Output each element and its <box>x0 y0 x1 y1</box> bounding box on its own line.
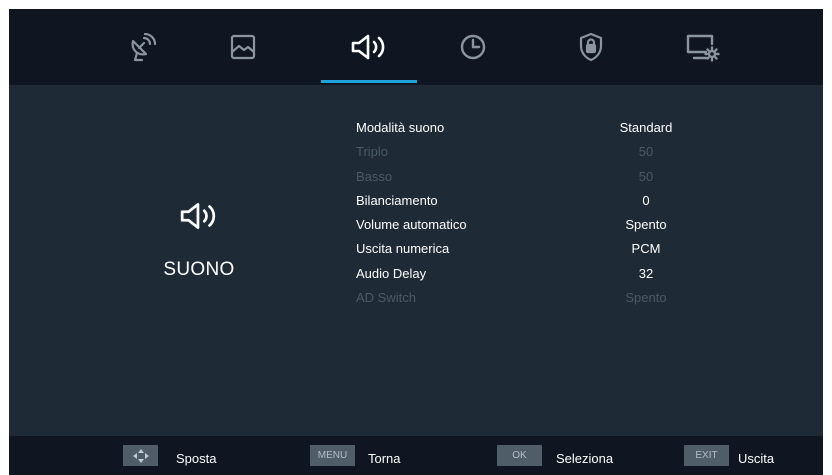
list-item-bass: Basso 50 <box>356 165 716 189</box>
list-item-audio-delay[interactable]: Audio Delay 32 <box>356 262 716 286</box>
list-item-sound-mode[interactable]: Modalità suono Standard <box>356 116 716 140</box>
category-panel: SUONO <box>109 199 289 281</box>
setting-label: AD Switch <box>356 290 416 306</box>
tv-settings-screen: SUONO Modalità suono Standard Triplo 50 … <box>9 9 823 475</box>
setting-value: Spento <box>625 217 667 233</box>
move-key[interactable] <box>123 445 158 466</box>
setting-label: Audio Delay <box>356 265 427 281</box>
list-item-ad-switch: AD Switch Spento <box>356 286 716 310</box>
tab-picture[interactable] <box>203 9 283 85</box>
list-item-digital-output[interactable]: Uscita numerica PCM <box>356 237 716 261</box>
move-label: Sposta <box>176 451 217 466</box>
tab-setup[interactable] <box>662 9 742 85</box>
tab-time[interactable] <box>433 9 513 85</box>
list-item-balance[interactable]: Bilanciamento 0 <box>356 189 716 213</box>
clock-icon <box>460 34 486 60</box>
key-hint-bar: Sposta MENU Torna OK Seleziona EXIT Usci… <box>9 436 823 475</box>
setting-value: 32 <box>638 265 654 281</box>
setting-value: Spento <box>625 290 667 306</box>
satellite-dish-icon <box>131 32 157 62</box>
arrows-icon <box>132 448 149 463</box>
setting-label: Volume automatico <box>356 217 467 233</box>
menu-key[interactable]: MENU <box>310 445 355 466</box>
speaker-icon <box>180 203 216 229</box>
setting-label: Bilanciamento <box>356 192 438 208</box>
page-title: SUONO <box>163 259 235 280</box>
list-item-treble: Triplo 50 <box>356 140 716 164</box>
setting-value: 0 <box>642 192 650 208</box>
back-label: Torna <box>368 451 401 466</box>
picture-icon <box>230 34 256 60</box>
setting-label: Uscita numerica <box>356 241 450 257</box>
lock-shield-icon <box>579 32 603 62</box>
list-item-auto-volume[interactable]: Volume automatico Spento <box>356 213 716 237</box>
setting-value: 50 <box>638 144 654 160</box>
exit-label: Uscita <box>738 451 775 466</box>
setting-label: Triplo <box>356 144 389 160</box>
tab-lock[interactable] <box>551 9 631 85</box>
setting-label: Basso <box>356 168 393 184</box>
tab-sound[interactable] <box>329 9 409 85</box>
sound-settings-list: Modalità suono Standard Triplo 50 Basso … <box>356 116 716 310</box>
setting-label: Modalità suono <box>356 120 445 135</box>
select-label: Seleziona <box>556 451 614 466</box>
tab-satellite[interactable] <box>102 9 182 85</box>
setting-value: Standard <box>619 120 673 135</box>
monitor-settings-icon <box>686 34 720 62</box>
active-tab-indicator <box>321 80 417 83</box>
category-tab-bar <box>9 9 823 85</box>
setting-value: PCM <box>631 241 661 257</box>
setting-value: 50 <box>638 168 654 184</box>
speaker-icon <box>351 34 385 60</box>
exit-key[interactable]: EXIT <box>684 445 729 466</box>
ok-key[interactable]: OK <box>497 445 542 466</box>
